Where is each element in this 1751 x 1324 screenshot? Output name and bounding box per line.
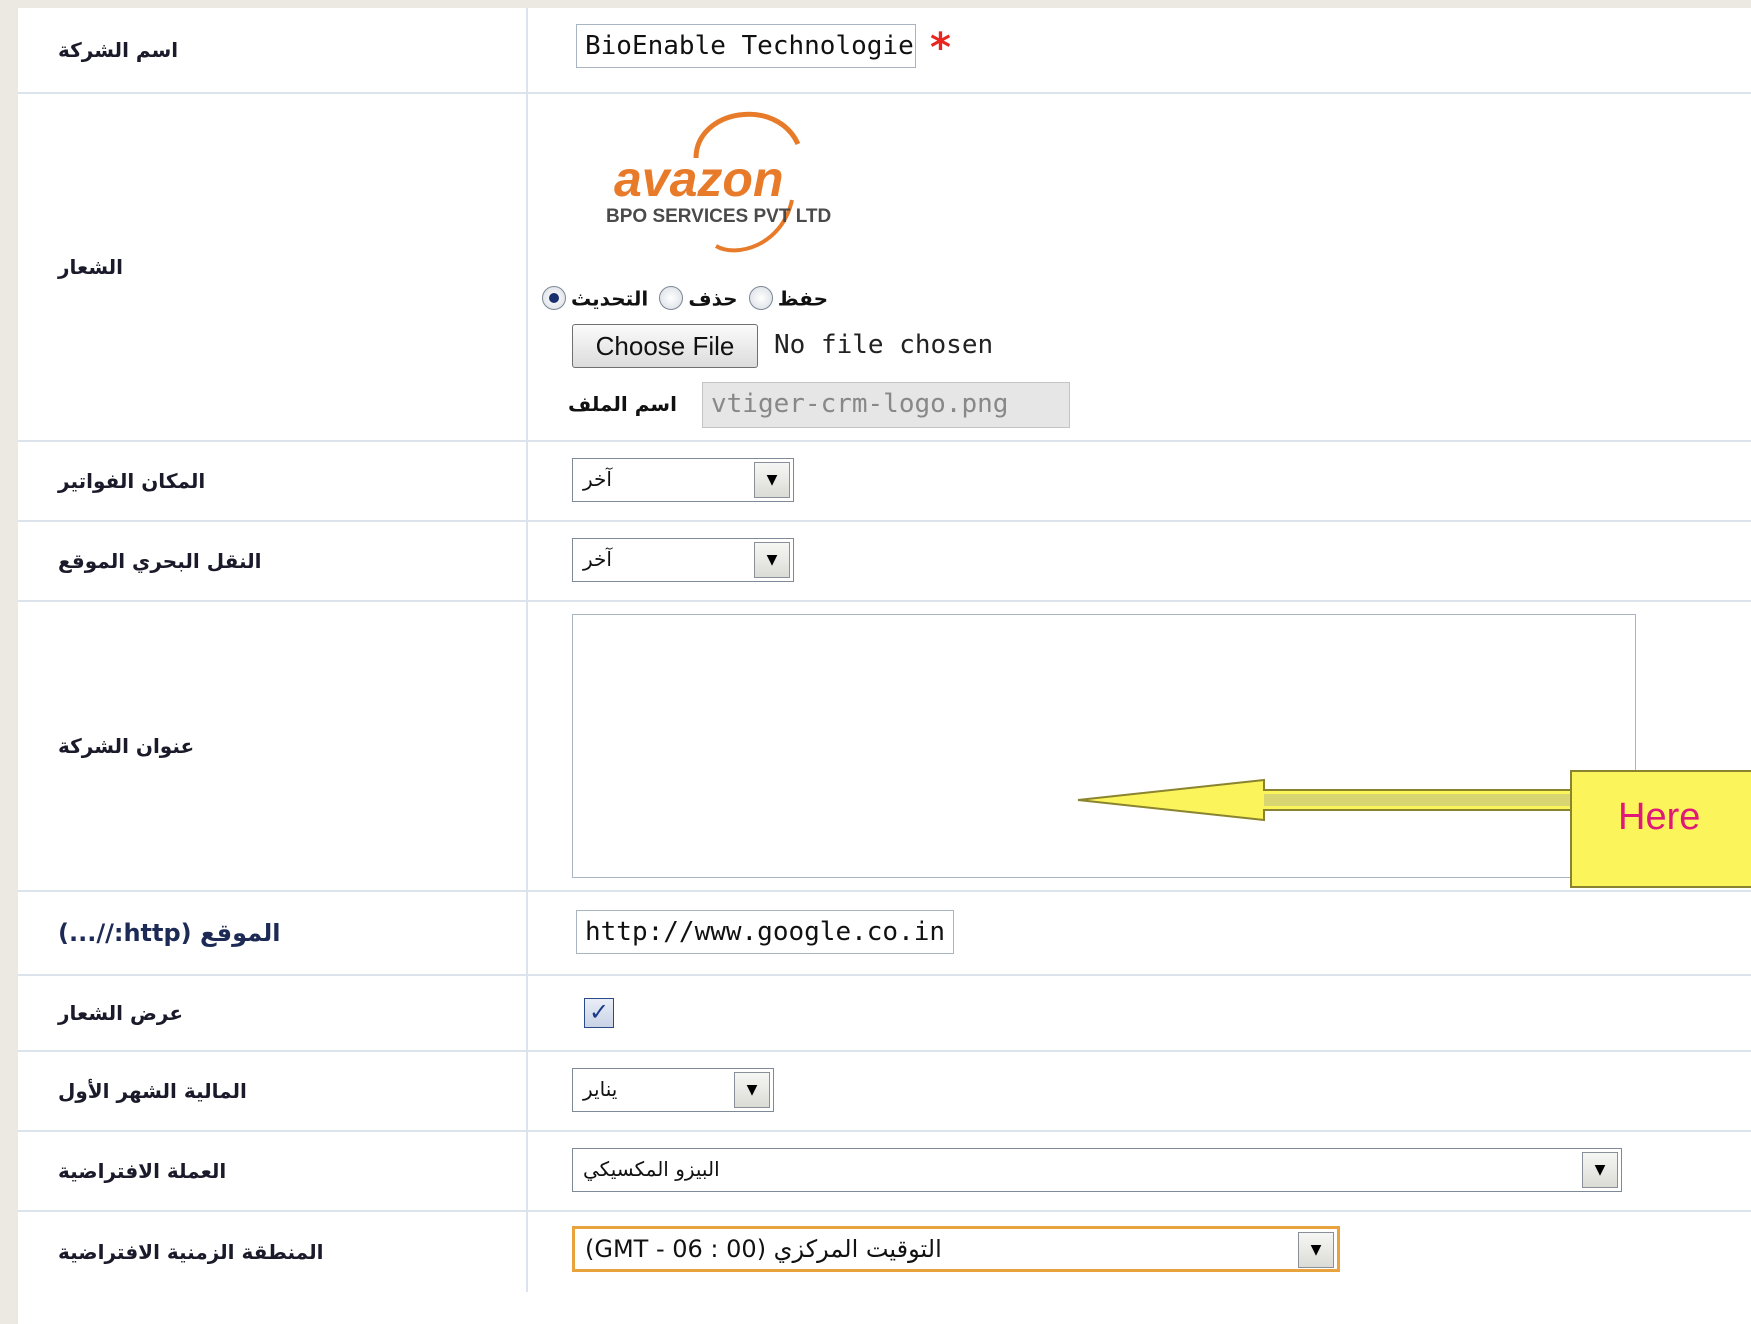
fiscal-month-select[interactable]: يناير ▼: [572, 1068, 774, 1112]
row-field-cell: آخر ▼: [528, 522, 1751, 600]
default-timezone-label: المنطقة الزمنية الافتراضية: [58, 1240, 324, 1264]
shipping-place-label: النقل البحري الموقع: [58, 549, 262, 573]
row-label-cell: المكان الفواتير: [18, 442, 528, 520]
company-logo-image: avazon BPO SERVICES PVT LTD: [606, 111, 831, 253]
row-label-cell: العملة الافتراضية: [18, 1132, 528, 1210]
company-details-form: اسم الشركة BioEnable Technologies * الشع…: [18, 8, 1751, 1324]
radio-button-selected[interactable]: [541, 286, 566, 310]
no-file-chosen-text: No file chosen: [774, 330, 994, 360]
chevron-down-icon[interactable]: ▼: [754, 542, 790, 578]
invoice-place-select[interactable]: آخر ▼: [572, 458, 794, 502]
row-field-cell: التوقيت المركزي (GMT - 06 : 00) ▼: [528, 1212, 1751, 1292]
radio-label: حفظ: [777, 286, 828, 310]
select-value: يناير: [583, 1077, 618, 1101]
row-shipping-place: النقل البحري الموقع آخر ▼: [18, 522, 1751, 602]
website-input[interactable]: http://www.google.co.in: [576, 910, 954, 954]
choose-file-button[interactable]: Choose File: [572, 324, 758, 368]
default-timezone-select[interactable]: التوقيت المركزي (GMT - 06 : 00) ▼: [572, 1226, 1340, 1272]
show-logo-label: عرض الشعار: [58, 1001, 183, 1025]
row-label-cell: المنطقة الزمنية الافتراضية: [18, 1212, 528, 1292]
default-currency-select[interactable]: البيزو المكسيكي ▼: [572, 1148, 1622, 1192]
select-value: البيزو المكسيكي: [583, 1157, 720, 1181]
company-name-input[interactable]: BioEnable Technologies: [576, 24, 916, 68]
company-address-label: عنوان الشركة: [58, 734, 195, 758]
logo-sub-text: BPO SERVICES PVT LTD: [606, 206, 831, 227]
chevron-down-icon[interactable]: ▼: [1582, 1152, 1618, 1188]
radio-label: حذف: [688, 286, 738, 310]
chevron-down-icon[interactable]: ▼: [1298, 1232, 1334, 1268]
radio-option[interactable]: حذف: [654, 286, 738, 310]
row-company-address: عنوان الشركة ◢: [18, 602, 1751, 892]
radio-button[interactable]: [748, 286, 773, 310]
row-fiscal-month: المالية الشهر الأول يناير ▼: [18, 1052, 1751, 1132]
fiscal-month-label: المالية الشهر الأول: [58, 1079, 247, 1103]
radio-label: التحديث: [571, 286, 649, 310]
row-show-logo: عرض الشعار ✓: [18, 976, 1751, 1052]
company-name-label: اسم الشركة: [58, 38, 179, 62]
row-company-name: اسم الشركة BioEnable Technologies *: [18, 8, 1751, 94]
chevron-down-icon[interactable]: ▼: [734, 1072, 770, 1108]
row-label-cell: النقل البحري الموقع: [18, 522, 528, 600]
filename-input[interactable]: vtiger-crm-logo.png: [702, 382, 1070, 428]
annotation-callout-text: Here: [1618, 796, 1701, 838]
select-value: آخر: [583, 547, 612, 571]
logo-action-radios: حفظ حذف التحديث: [541, 286, 828, 310]
row-default-timezone: المنطقة الزمنية الافتراضية التوقيت المرك…: [18, 1212, 1751, 1292]
website-label: الموقع (http://...): [58, 919, 281, 947]
default-currency-label: العملة الافتراضية: [58, 1159, 227, 1183]
row-label-cell: عرض الشعار: [18, 976, 528, 1050]
row-logo: الشعار avazon BPO SERVICES PVT LTD حفظ ح…: [18, 94, 1751, 442]
row-label-cell: الشعار: [18, 94, 528, 440]
row-label-cell: الموقع (http://...): [18, 892, 528, 974]
row-field-cell: ✓: [528, 976, 1751, 1050]
row-default-currency: العملة الافتراضية البيزو المكسيكي ▼: [18, 1132, 1751, 1212]
radio-button[interactable]: [659, 286, 684, 310]
company-address-textarea[interactable]: [572, 614, 1636, 878]
radio-option[interactable]: حفظ: [744, 286, 828, 310]
row-invoice-place: المكان الفواتير آخر ▼: [18, 442, 1751, 522]
row-field-cell: ◢: [528, 602, 1751, 890]
logo-label: الشعار: [58, 255, 124, 279]
select-value: التوقيت المركزي (GMT - 06 : 00): [585, 1235, 942, 1263]
row-field-cell: avazon BPO SERVICES PVT LTD حفظ حذف التح…: [528, 94, 1751, 440]
row-label-cell: عنوان الشركة: [18, 602, 528, 890]
row-field-cell: البيزو المكسيكي ▼: [528, 1132, 1751, 1210]
checkmark-icon: ✓: [588, 998, 610, 1026]
logo-main-text: avazon: [614, 151, 784, 207]
row-website: الموقع (http://...) http://www.google.co…: [18, 892, 1751, 976]
row-field-cell: http://www.google.co.in: [528, 892, 1751, 974]
row-label-cell: اسم الشركة: [18, 8, 528, 92]
shipping-place-select[interactable]: آخر ▼: [572, 538, 794, 582]
required-marker: *: [930, 25, 951, 71]
filename-label: اسم الملف: [568, 392, 677, 416]
radio-option[interactable]: التحديث: [541, 286, 649, 310]
row-label-cell: المالية الشهر الأول: [18, 1052, 528, 1130]
show-logo-checkbox[interactable]: ✓: [584, 998, 614, 1028]
row-field-cell: BioEnable Technologies *: [528, 8, 1751, 92]
row-field-cell: يناير ▼: [528, 1052, 1751, 1130]
chevron-down-icon[interactable]: ▼: [754, 462, 790, 498]
invoice-place-label: المكان الفواتير: [58, 469, 206, 493]
select-value: آخر: [583, 467, 612, 491]
row-field-cell: آخر ▼: [528, 442, 1751, 520]
